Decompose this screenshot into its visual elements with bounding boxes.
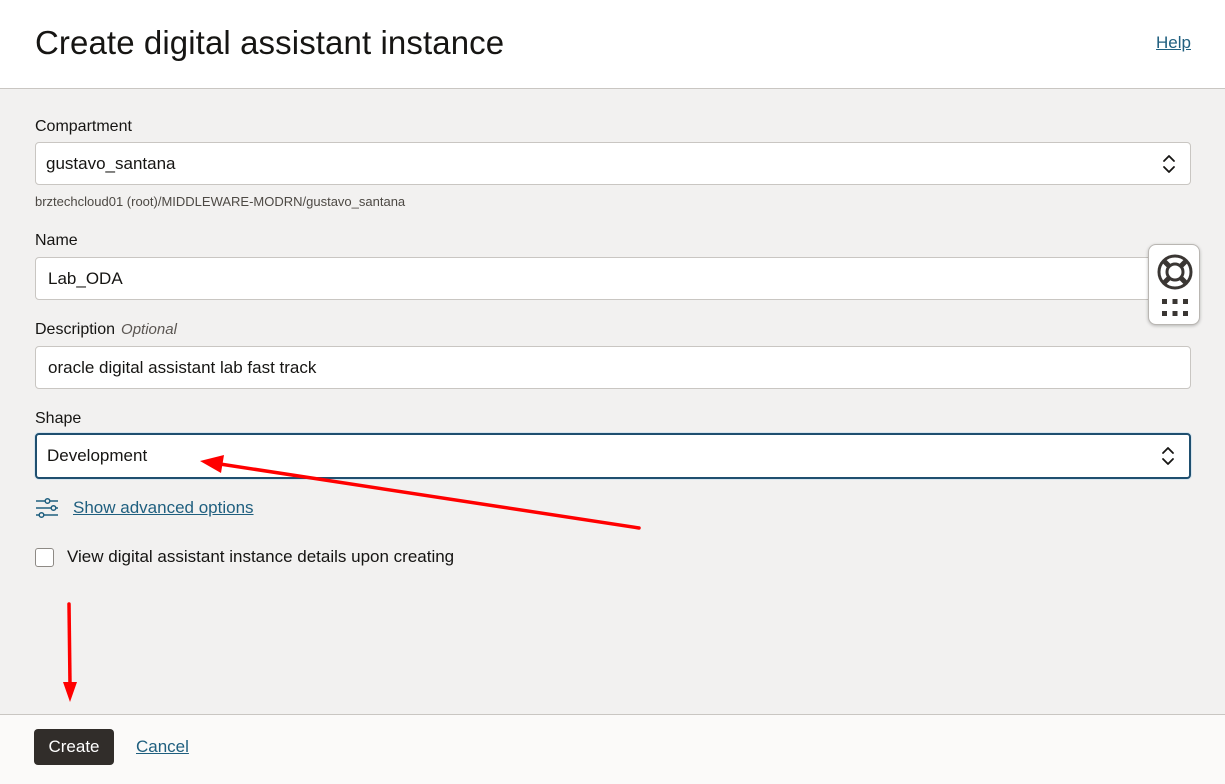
description-value: oracle digital assistant lab fast track xyxy=(48,357,317,377)
name-input[interactable]: Lab_ODA xyxy=(35,257,1191,300)
name-label: Name xyxy=(35,232,78,249)
view-details-label: View digital assistant instance details … xyxy=(67,547,455,566)
description-input[interactable]: oracle digital assistant lab fast track xyxy=(35,346,1191,389)
create-button[interactable]: Create xyxy=(34,729,114,765)
optional-tag: Optional xyxy=(121,321,177,338)
panel-header: Create digital assistant instance Help xyxy=(0,0,1225,89)
description-label-text: Description xyxy=(35,321,116,338)
name-value: Lab_ODA xyxy=(48,268,123,288)
view-details-option[interactable]: View digital assistant instance details … xyxy=(35,547,454,567)
cancel-link[interactable]: Cancel xyxy=(136,737,189,757)
description-label: Description Optional xyxy=(35,321,177,339)
compartment-label: Compartment xyxy=(35,118,132,135)
help-widget[interactable] xyxy=(1148,244,1200,325)
panel-footer: Create Cancel xyxy=(0,714,1225,784)
compartment-path-hint: brztechcloud01 (root)/MIDDLEWARE-MODRN/g… xyxy=(35,194,406,209)
arrow-to-create-button xyxy=(63,602,77,702)
create-instance-panel: Create digital assistant instance Help C… xyxy=(0,0,1225,784)
chevron-up-down-icon xyxy=(1163,154,1175,173)
show-advanced-options-link[interactable]: Show advanced options xyxy=(73,498,254,518)
advanced-options-toggle[interactable]: Show advanced options xyxy=(35,496,254,520)
sliders-icon xyxy=(36,497,58,519)
apps-grid-icon[interactable] xyxy=(1162,299,1188,317)
shape-label: Shape xyxy=(35,410,82,427)
help-link[interactable]: Help xyxy=(1156,33,1191,53)
compartment-value: gustavo_santana xyxy=(46,153,176,173)
view-details-checkbox[interactable] xyxy=(35,547,54,567)
chevron-up-down-icon xyxy=(1162,447,1174,465)
lifebuoy-icon[interactable] xyxy=(1156,253,1194,291)
shape-value: Development xyxy=(47,446,148,465)
compartment-select[interactable]: gustavo_santana xyxy=(35,142,1191,185)
annotation-arrows xyxy=(63,455,641,702)
shape-select[interactable]: Development xyxy=(35,433,1191,479)
page-title: Create digital assistant instance xyxy=(35,24,505,61)
